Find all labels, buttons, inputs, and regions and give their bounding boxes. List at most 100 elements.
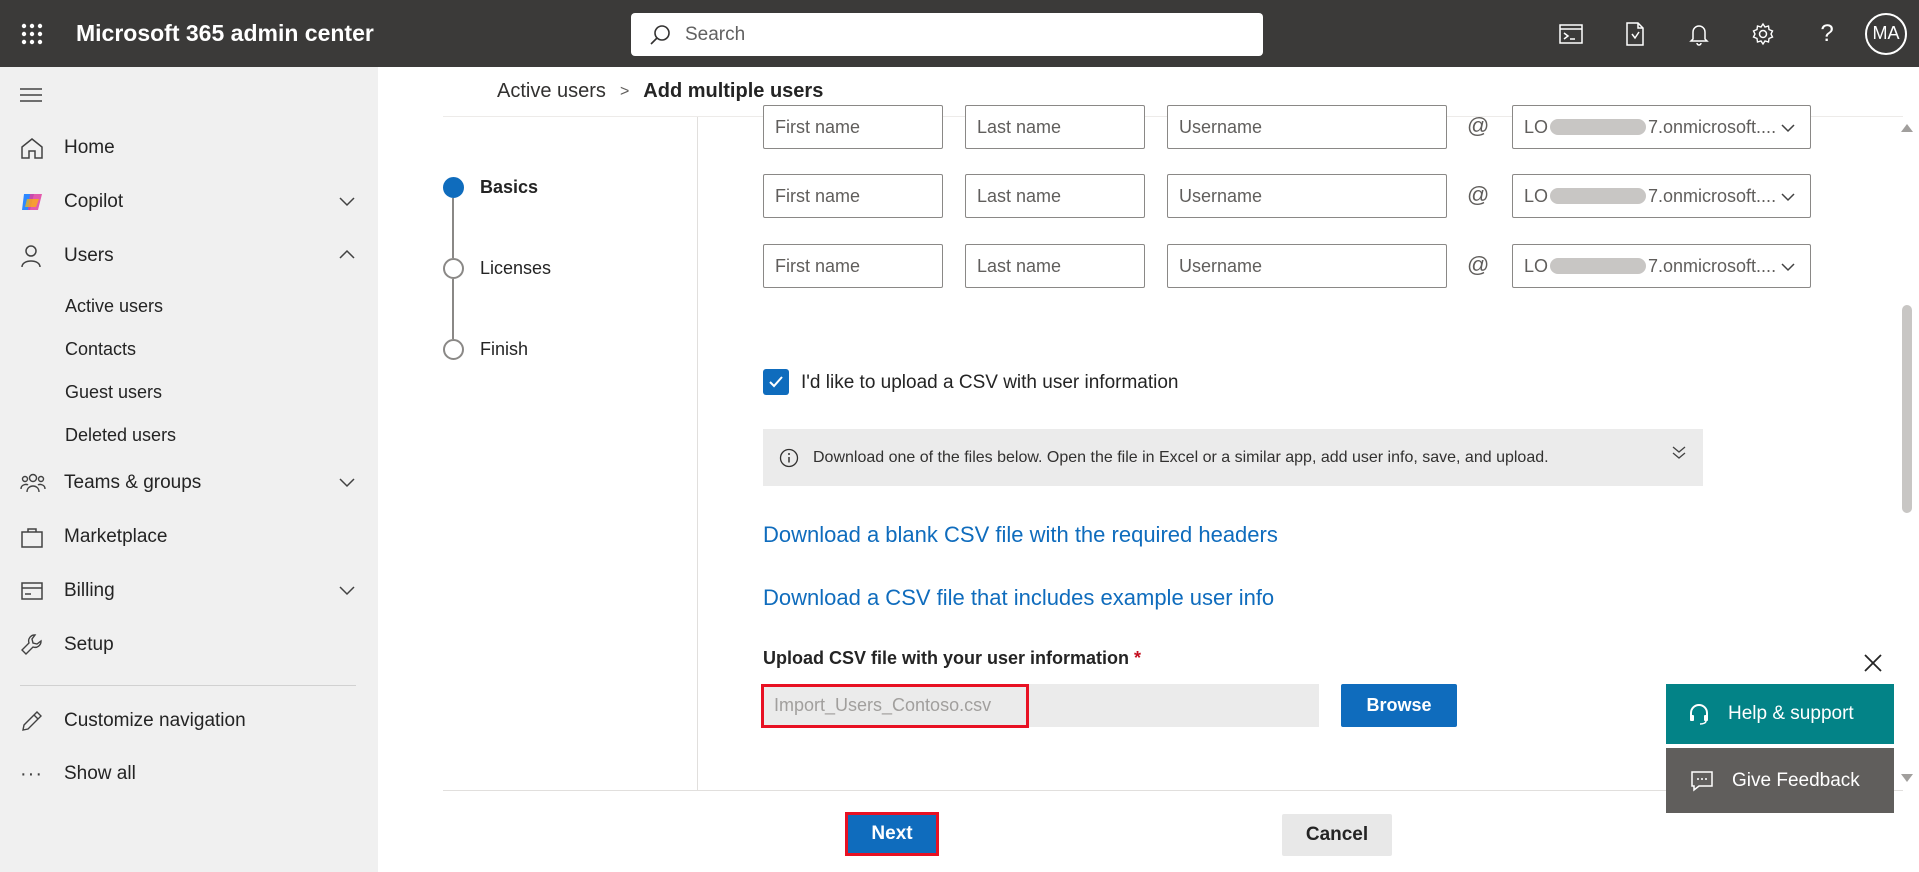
nav-item-teams-groups[interactable]: Teams & groups xyxy=(0,461,378,505)
app-launcher-button[interactable] xyxy=(0,0,64,67)
sidebar-item-active-users[interactable]: Active users xyxy=(65,296,163,317)
first-name-field[interactable] xyxy=(763,174,943,218)
scrollbar-thumb[interactable] xyxy=(1902,305,1912,513)
domain-dropdown[interactable]: LO 7.onmicrosoft.... xyxy=(1512,244,1811,288)
breadcrumb: Active users > Add multiple users xyxy=(497,80,823,103)
top-bar: Microsoft 365 admin center Search ? MA xyxy=(0,0,1919,67)
cloud-shell-button[interactable] xyxy=(1539,0,1603,67)
avatar[interactable]: MA xyxy=(1865,12,1907,55)
domain-prefix: LO xyxy=(1524,116,1549,137)
step-connector xyxy=(452,279,454,339)
nav-label: Marketplace xyxy=(64,526,168,547)
credit-card-icon xyxy=(21,582,43,600)
domain-dropdown[interactable]: LO 7.onmicrosoft.... xyxy=(1512,105,1811,149)
next-button[interactable]: Next xyxy=(845,812,939,856)
nav-item-users[interactable]: Users xyxy=(0,234,378,278)
first-name-field[interactable] xyxy=(763,105,943,149)
help-support-button[interactable]: Help & support xyxy=(1666,684,1894,744)
upload-label: Upload CSV file with your user informati… xyxy=(763,648,1141,669)
info-icon xyxy=(779,448,799,467)
sidebar-item-deleted-users[interactable]: Deleted users xyxy=(65,425,176,446)
nav-label: Customize navigation xyxy=(64,710,246,731)
nav-item-show-all[interactable]: ··· Show all xyxy=(0,752,378,796)
step-finish[interactable]: Finish xyxy=(480,339,528,360)
browse-button[interactable]: Browse xyxy=(1341,684,1457,727)
notifications-button[interactable] xyxy=(1667,0,1731,67)
nav-divider xyxy=(20,685,356,686)
upload-csv-checkbox-label[interactable]: I'd like to upload a CSV with user infor… xyxy=(801,372,1179,394)
download-blank-csv-link[interactable]: Download a blank CSV file with the requi… xyxy=(763,522,1278,548)
nav-item-home[interactable]: Home xyxy=(0,126,378,170)
question-mark-icon: ? xyxy=(1820,19,1834,47)
chevron-right-icon: > xyxy=(619,82,630,100)
settings-button[interactable] xyxy=(1731,0,1795,67)
info-text: Download one of the files below. Open th… xyxy=(813,448,1549,466)
chevron-down-icon xyxy=(339,197,355,207)
domain-dropdown[interactable]: LO 7.onmicrosoft.... xyxy=(1512,174,1811,218)
username-field[interactable] xyxy=(1167,105,1447,149)
nav-label: Billing xyxy=(64,580,115,601)
search-box[interactable] xyxy=(631,13,1263,56)
people-team-icon xyxy=(20,473,46,493)
step-basics[interactable]: Basics xyxy=(480,177,538,198)
nav-label: Home xyxy=(64,137,115,158)
redacted-mask xyxy=(1550,258,1647,274)
setup-guide-button[interactable] xyxy=(1603,0,1667,67)
app-title[interactable]: Microsoft 365 admin center xyxy=(76,20,374,47)
nav-label: Users xyxy=(64,245,114,266)
give-feedback-label: Give Feedback xyxy=(1732,769,1860,791)
nav-item-copilot[interactable]: Copilot xyxy=(0,180,378,224)
ellipsis-icon: ··· xyxy=(20,762,43,785)
scroll-down-arrow-icon[interactable] xyxy=(1900,772,1914,784)
collapse-nav-button[interactable] xyxy=(20,87,42,108)
breadcrumb-active-users[interactable]: Active users xyxy=(497,80,606,103)
page-title: Add multiple users xyxy=(643,80,824,102)
at-symbol: @ xyxy=(1467,182,1490,207)
nav-label: Show all xyxy=(64,763,136,784)
copilot-icon xyxy=(22,194,42,210)
domain-suffix: 7.onmicrosoft.... xyxy=(1648,185,1777,206)
wrench-icon xyxy=(21,634,42,655)
last-name-field[interactable] xyxy=(965,105,1145,149)
home-icon xyxy=(21,138,43,159)
step-basics-indicator xyxy=(443,177,464,198)
nav-item-setup[interactable]: Setup xyxy=(0,623,378,667)
chevron-up-icon xyxy=(339,249,355,259)
csv-file-input[interactable] xyxy=(763,684,1319,727)
nav-item-customize-navigation[interactable]: Customize navigation xyxy=(0,699,378,743)
last-name-field[interactable] xyxy=(965,174,1145,218)
cancel-button[interactable]: Cancel xyxy=(1282,814,1392,856)
download-example-csv-link[interactable]: Download a CSV file that includes exampl… xyxy=(763,585,1274,611)
username-field[interactable] xyxy=(1167,244,1447,288)
search-icon xyxy=(650,24,670,45)
shopping-bag-icon xyxy=(21,528,43,548)
double-chevron-down-icon[interactable] xyxy=(1671,443,1687,463)
content-divider xyxy=(697,117,698,790)
domain-prefix: LO xyxy=(1524,255,1549,276)
chevron-down-icon xyxy=(1781,124,1795,133)
help-button[interactable]: ? xyxy=(1795,0,1859,67)
search-input[interactable] xyxy=(685,23,1225,46)
redacted-mask xyxy=(1550,119,1647,135)
sidebar-item-contacts[interactable]: Contacts xyxy=(65,339,136,360)
sidebar-item-guest-users[interactable]: Guest users xyxy=(65,382,162,403)
close-icon[interactable] xyxy=(1862,652,1884,674)
nav-item-billing[interactable]: Billing xyxy=(0,569,378,613)
nav-item-marketplace[interactable]: Marketplace xyxy=(0,515,378,559)
upload-csv-checkbox[interactable] xyxy=(763,369,789,395)
username-field[interactable] xyxy=(1167,174,1447,218)
chevron-down-icon xyxy=(339,478,355,488)
domain-suffix: 7.onmicrosoft.... xyxy=(1648,255,1777,276)
chevron-down-icon xyxy=(339,586,355,596)
headset-icon xyxy=(1690,704,1708,725)
first-name-field[interactable] xyxy=(763,244,943,288)
person-icon xyxy=(21,245,41,268)
give-feedback-button[interactable]: Give Feedback xyxy=(1666,748,1894,813)
domain-suffix: 7.onmicrosoft.... xyxy=(1648,116,1777,137)
step-licenses[interactable]: Licenses xyxy=(480,258,551,279)
last-name-field[interactable] xyxy=(965,244,1145,288)
at-symbol: @ xyxy=(1467,113,1490,138)
waffle-icon xyxy=(21,23,43,44)
scroll-up-arrow-icon[interactable] xyxy=(1900,122,1914,134)
left-navigation: Home Copilot Users Active users Contacts… xyxy=(0,67,378,872)
